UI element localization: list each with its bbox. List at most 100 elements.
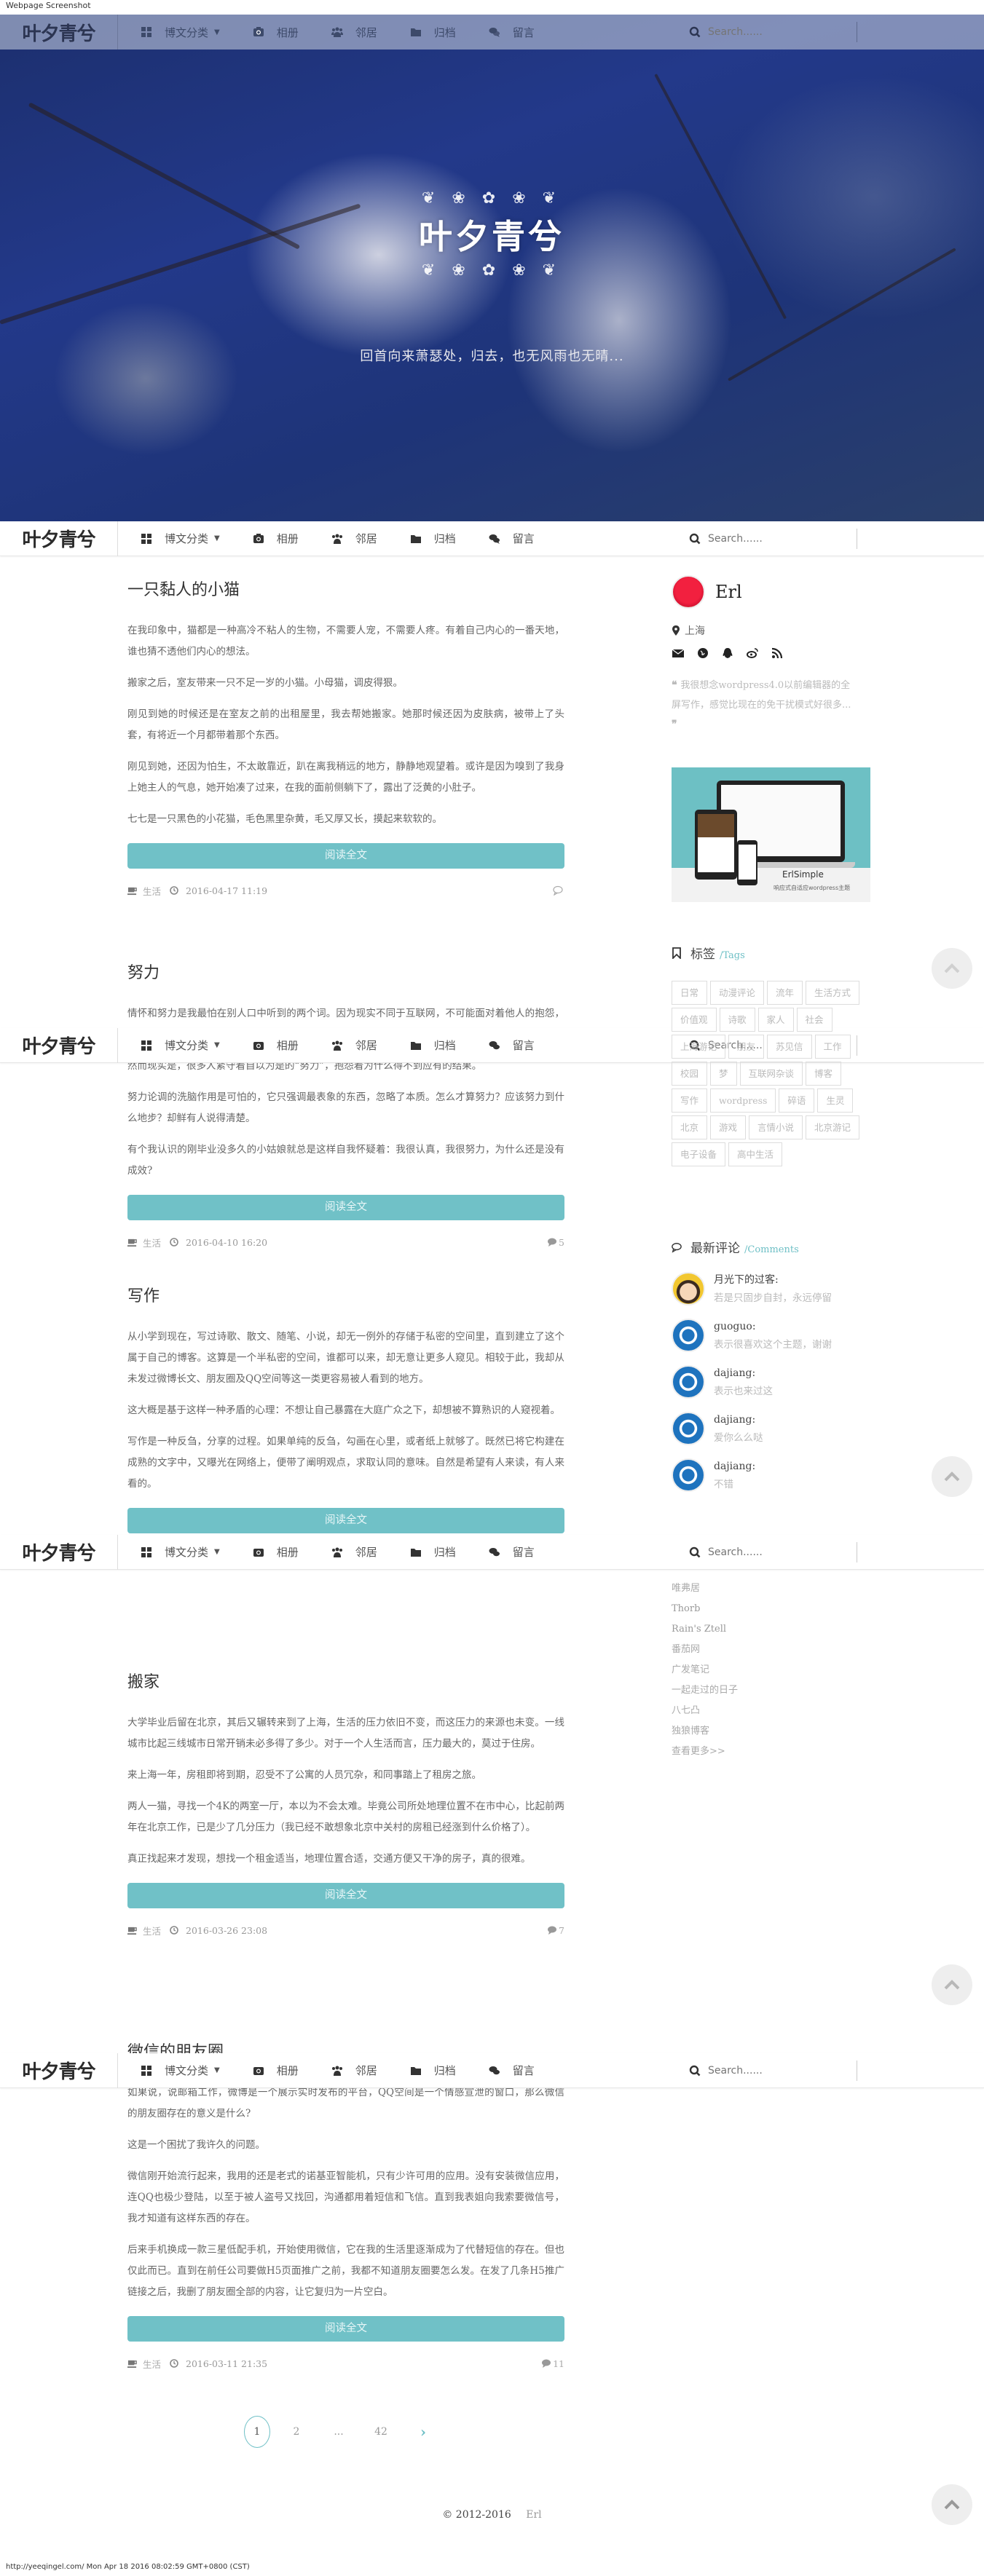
post-category[interactable]: 生活 — [143, 1924, 161, 1937]
comment-author[interactable]: 月光下的过客: — [714, 1272, 832, 1288]
read-more-button[interactable]: 阅读全文 — [127, 1883, 564, 1908]
tag-item[interactable]: 动漫评论 — [710, 981, 765, 1005]
commenter-avatar[interactable] — [672, 1319, 705, 1352]
tag-item[interactable]: wordpress — [710, 1089, 776, 1113]
tag-item[interactable]: 价值观 — [672, 1008, 717, 1032]
nav-item-neighbors[interactable]: 邻居 — [331, 25, 377, 40]
nav-item-archive[interactable]: 归档 — [409, 25, 456, 40]
email-icon[interactable] — [672, 647, 685, 660]
tag-item[interactable]: 生活方式 — [806, 981, 860, 1005]
tag-item[interactable]: 梦 — [710, 1062, 737, 1086]
tag-item[interactable]: 流年 — [767, 981, 803, 1005]
tag-item[interactable]: 日常 — [672, 981, 708, 1005]
tag-item[interactable]: 博客 — [806, 1062, 842, 1086]
blogroll-link[interactable]: Rain's Ztell — [672, 1619, 875, 1640]
nav-item-album[interactable]: 相册 — [252, 1038, 299, 1053]
nav-item-guestbook[interactable]: 留言 — [488, 25, 535, 40]
back-to-top-button[interactable] — [932, 948, 972, 989]
post-category[interactable]: 生活 — [143, 884, 161, 898]
search-input[interactable] — [708, 2064, 868, 2077]
blogroll-link[interactable]: Thorb — [672, 1599, 875, 1619]
tag-item[interactable]: 碎语 — [779, 1089, 815, 1113]
nav-item-album[interactable]: 相册 — [252, 531, 299, 546]
weibo-icon[interactable] — [746, 647, 759, 660]
blogroll-link[interactable]: 八七凸 — [672, 1701, 875, 1721]
tag-item[interactable]: 北京游记 — [806, 1115, 860, 1139]
blogroll-link[interactable]: 一起走过的日子 — [672, 1680, 875, 1701]
nav-item-guestbook[interactable]: 留言 — [488, 1038, 535, 1053]
tag-item[interactable]: 家人 — [757, 1008, 794, 1032]
tag-item[interactable]: 高中生活 — [728, 1142, 783, 1166]
site-logo[interactable]: 叶夕青兮 — [0, 2052, 118, 2088]
back-to-top-button[interactable] — [932, 1964, 972, 2005]
author-avatar[interactable] — [672, 575, 705, 609]
tag-item[interactable]: 言情小说 — [749, 1115, 803, 1139]
back-to-top-button[interactable] — [932, 1456, 972, 1497]
qq-icon[interactable] — [721, 647, 734, 660]
read-more-button[interactable]: 阅读全文 — [127, 1508, 564, 1533]
post-title[interactable]: 写作 — [127, 1283, 564, 1306]
page-2[interactable]: 2 — [280, 2416, 312, 2448]
nav-item-categories[interactable]: 博文分类 ▼ — [140, 2063, 220, 2078]
comment-text[interactable]: 表示也来过这 — [714, 1381, 773, 1402]
comment-author[interactable]: dajiang: — [714, 1412, 763, 1428]
globe-icon[interactable] — [696, 647, 709, 660]
nav-item-categories[interactable]: 博文分类 ▼ — [140, 531, 220, 546]
tag-item[interactable]: 朋友 — [728, 1035, 765, 1059]
theme-banner[interactable]: ErlSimple 响应式自适应wordpress主题 — [672, 767, 870, 902]
comment-text[interactable]: 爱你么么哒 — [714, 1428, 763, 1448]
tag-item[interactable]: 生灵 — [817, 1089, 854, 1113]
nav-item-categories[interactable]: 博文分类 ▼ — [140, 1544, 220, 1560]
comment-author[interactable]: dajiang: — [714, 1365, 773, 1381]
nav-item-archive[interactable]: 归档 — [409, 1544, 456, 1560]
nav-item-neighbors[interactable]: 邻居 — [331, 531, 377, 546]
page-42[interactable]: 42 — [365, 2416, 397, 2448]
commenter-avatar[interactable] — [672, 1365, 705, 1399]
view-more-link[interactable]: 查看更多>> — [672, 1742, 875, 1762]
footer-author-link[interactable]: Erl — [526, 2509, 541, 2521]
nav-item-album[interactable]: 相册 — [252, 2063, 299, 2078]
read-more-button[interactable]: 阅读全文 — [127, 1195, 564, 1220]
read-more-button[interactable]: 阅读全文 — [127, 843, 564, 869]
post-comments[interactable]: 11 — [541, 2358, 564, 2369]
author-name[interactable]: Erl — [715, 582, 742, 602]
nav-item-categories[interactable]: 博文分类 ▼ — [140, 1038, 220, 1053]
nav-item-categories[interactable]: 博文分类 ▼ — [140, 25, 220, 40]
post-category[interactable]: 生活 — [143, 1236, 161, 1249]
tag-item[interactable]: 写作 — [672, 1089, 708, 1113]
commenter-avatar[interactable] — [672, 1412, 705, 1445]
nav-item-neighbors[interactable]: 邻居 — [331, 1038, 377, 1053]
tag-item[interactable]: 北京 — [672, 1115, 708, 1139]
post-title[interactable]: 一只黏人的小猫 — [127, 577, 564, 600]
nav-item-archive[interactable]: 归档 — [409, 2063, 456, 2078]
tag-item[interactable]: 社会 — [796, 1008, 833, 1032]
tag-item[interactable]: 上海游记 — [672, 1035, 726, 1059]
tag-item[interactable]: 工作 — [814, 1035, 851, 1059]
nav-item-archive[interactable]: 归档 — [409, 531, 456, 546]
commenter-avatar[interactable] — [672, 1458, 705, 1492]
nav-item-album[interactable]: 相册 — [252, 1544, 299, 1560]
site-logo[interactable]: 叶夕青兮 — [0, 15, 118, 50]
nav-item-guestbook[interactable]: 留言 — [488, 1544, 535, 1560]
nav-item-guestbook[interactable]: 留言 — [488, 531, 535, 546]
tag-item[interactable]: 游戏 — [710, 1115, 747, 1139]
post-comments[interactable]: 5 — [547, 1237, 564, 1248]
blogroll-link[interactable]: 独狼博客 — [672, 1721, 875, 1742]
post-comments[interactable] — [553, 885, 564, 896]
nav-item-album[interactable]: 相册 — [252, 25, 299, 40]
nav-item-neighbors[interactable]: 邻居 — [331, 1544, 377, 1560]
tag-item[interactable]: 苏见信 — [767, 1035, 812, 1059]
post-title[interactable]: 搬家 — [127, 1669, 564, 1692]
post-comments[interactable]: 7 — [547, 1925, 564, 1936]
blogroll-link[interactable]: 番茄网 — [672, 1640, 875, 1660]
comment-text[interactable]: 表示很喜欢这个主题，谢谢 — [714, 1335, 832, 1355]
site-logo[interactable]: 叶夕青兮 — [0, 521, 118, 556]
tag-item[interactable]: 电子设备 — [672, 1142, 726, 1166]
read-more-button[interactable]: 阅读全文 — [127, 2316, 564, 2342]
comment-text[interactable]: 若是只固步自封，永远停留 — [714, 1288, 832, 1308]
tag-item[interactable]: 诗歌 — [719, 1008, 755, 1032]
comment-author[interactable]: guoguo: — [714, 1319, 832, 1335]
post-category[interactable]: 生活 — [143, 2357, 161, 2371]
comment-author[interactable]: dajiang: — [714, 1458, 755, 1474]
search-input[interactable] — [708, 1546, 868, 1558]
